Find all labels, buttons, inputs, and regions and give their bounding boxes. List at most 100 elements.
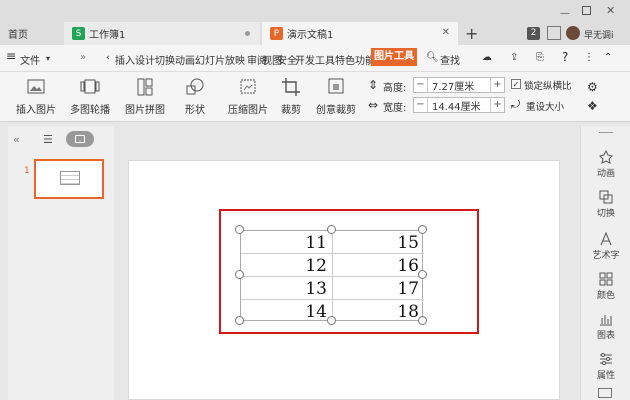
resize-handle-bottom-right[interactable] bbox=[418, 316, 427, 325]
menu-devtools[interactable]: 开发工具 bbox=[295, 52, 335, 67]
close-tab-icon[interactable]: ✕ bbox=[442, 27, 450, 38]
unsaved-dot-icon bbox=[245, 31, 250, 36]
share-icon[interactable]: ⇪ bbox=[510, 52, 518, 63]
tab-sheet-label: 工作簿1 bbox=[89, 30, 126, 41]
resize-handle-top[interactable] bbox=[327, 225, 336, 234]
thumbnail-table-preview bbox=[60, 171, 80, 185]
tab-presentation[interactable]: P 演示文稿1 ✕ bbox=[262, 22, 458, 45]
tab-home[interactable]: 首页 bbox=[0, 22, 62, 45]
tab-presentation-label: 演示文稿1 bbox=[287, 30, 334, 41]
crop-icon bbox=[282, 78, 300, 96]
shape-icon bbox=[186, 78, 204, 95]
avatar[interactable] bbox=[566, 26, 580, 40]
animation-pane-button[interactable]: 动画 bbox=[581, 150, 630, 179]
image-collage-button[interactable]: 图片拼图 bbox=[125, 76, 165, 116]
tab-bar: 首页 S 工作簿1 P 演示文稿1 ✕ + 2 早无调i — ✕ bbox=[0, 0, 630, 45]
menu-animation[interactable]: 动画 bbox=[175, 52, 195, 67]
height-field[interactable]: − 7.27厘米 + bbox=[413, 77, 505, 93]
word-art-icon bbox=[600, 232, 612, 246]
height-value[interactable]: 7.27厘米 bbox=[428, 78, 490, 93]
chart-pane-button[interactable]: 图表 bbox=[581, 312, 630, 341]
panel-grip-icon bbox=[599, 132, 613, 133]
new-tab-button[interactable]: + bbox=[465, 24, 478, 43]
cloud-icon[interactable]: ☁ bbox=[482, 52, 492, 63]
slide-thumbnail[interactable] bbox=[34, 159, 104, 199]
export-icon[interactable]: ⎘ bbox=[536, 52, 544, 63]
color-icon bbox=[599, 272, 613, 286]
effects-icon[interactable]: ⚙ bbox=[587, 80, 598, 94]
width-field[interactable]: − 14.44厘米 + bbox=[413, 97, 505, 113]
transition-pane-button[interactable]: 切换 bbox=[581, 190, 630, 219]
width-increase-button[interactable]: + bbox=[490, 98, 504, 112]
menu-security[interactable]: 安全 bbox=[277, 52, 297, 67]
width-label: 宽度: bbox=[383, 103, 407, 114]
table-row-divider bbox=[241, 253, 424, 254]
image-carousel-button[interactable]: 多图轮播 bbox=[70, 76, 110, 116]
width-decrease-button[interactable]: − bbox=[414, 98, 428, 112]
collapse-ribbon-icon[interactable]: ⌃ bbox=[604, 52, 612, 63]
lock-ratio-checkbox[interactable]: ✓ bbox=[511, 79, 521, 89]
resize-handle-right[interactable] bbox=[418, 270, 427, 279]
resize-handle-bottom[interactable] bbox=[327, 316, 336, 325]
menu-file[interactable]: 文件 bbox=[20, 52, 40, 67]
menu-design[interactable]: 设计 bbox=[135, 52, 155, 67]
menu-search[interactable]: 查找 bbox=[440, 52, 460, 67]
resize-handle-left[interactable] bbox=[235, 270, 244, 279]
search-icon[interactable]: 🔍︎ bbox=[426, 52, 439, 63]
compress-picture-label: 压缩图片 bbox=[228, 105, 268, 116]
height-decrease-button[interactable]: − bbox=[414, 78, 428, 92]
collapse-panel-icon[interactable]: « bbox=[13, 133, 20, 146]
table-picture[interactable]: 11 15 12 16 13 17 14 18 bbox=[240, 230, 424, 322]
maximize-icon[interactable] bbox=[582, 6, 591, 15]
width-value[interactable]: 14.44厘米 bbox=[428, 98, 490, 113]
color-pane-button[interactable]: 颜色 bbox=[581, 272, 630, 301]
right-task-panel: 动画 切换 艺术字 颜色 图表 属性 bbox=[580, 126, 630, 400]
table-cell: 14 bbox=[305, 302, 327, 322]
menu-features[interactable]: 特色功能 bbox=[335, 52, 375, 67]
minimize-icon[interactable]: — bbox=[560, 8, 570, 19]
reset-size-icon[interactable]: ⤾ bbox=[511, 98, 520, 112]
more-options-icon[interactable]: ⋮ bbox=[584, 52, 594, 63]
resize-handle-bottom-left[interactable] bbox=[235, 316, 244, 325]
menu-slideshow[interactable]: 幻灯片放映 bbox=[195, 52, 245, 67]
compress-picture-button[interactable]: 压缩图片 bbox=[228, 76, 268, 116]
scroll-left-icon[interactable]: ‹ bbox=[106, 53, 110, 63]
hamburger-icon[interactable]: ≡ bbox=[6, 49, 16, 63]
reset-size-label[interactable]: 重设大小 bbox=[526, 99, 564, 113]
menu-bar: ≡ 文件 ▾ » ‹ 插入 设计 切换 动画 幻灯片放映 审阅 视图 安全 开发… bbox=[0, 45, 630, 72]
thumbnail-view-button[interactable] bbox=[66, 131, 94, 147]
creative-crop-button[interactable]: 创意裁剪 bbox=[316, 76, 356, 116]
properties-pane-button[interactable]: 属性 bbox=[581, 352, 630, 381]
word-art-pane-button[interactable]: 艺术字 bbox=[581, 232, 630, 261]
height-increase-button[interactable]: + bbox=[490, 78, 504, 92]
shape-label: 形状 bbox=[185, 105, 205, 116]
table-cell: 13 bbox=[305, 279, 327, 299]
carousel-icon bbox=[80, 79, 100, 94]
resize-handle-top-right[interactable] bbox=[418, 225, 427, 234]
close-window-icon[interactable]: ✕ bbox=[606, 4, 615, 17]
resize-handle-top-left[interactable] bbox=[235, 225, 244, 234]
animation-icon bbox=[599, 150, 613, 164]
compress-icon bbox=[240, 79, 256, 94]
crop-button[interactable]: 裁剪 bbox=[280, 76, 302, 116]
animation-pane-label: 动画 bbox=[596, 169, 615, 179]
menu-picture-tools[interactable]: 图片工具 bbox=[371, 48, 417, 66]
slide-thumbnail-panel: « ☰ 1 bbox=[8, 126, 114, 400]
more-pane-icon[interactable] bbox=[598, 388, 612, 398]
menu-insert[interactable]: 插入 bbox=[115, 52, 135, 67]
shape-button[interactable]: 形状 bbox=[184, 76, 206, 116]
insert-picture-button[interactable]: 插入图片 bbox=[16, 76, 56, 116]
menu-transition[interactable]: 切换 bbox=[155, 52, 175, 67]
outline-view-icon[interactable]: ☰ bbox=[43, 133, 53, 146]
help-icon[interactable]: ? bbox=[562, 50, 568, 64]
crop-label: 裁剪 bbox=[281, 105, 301, 116]
layout-icon[interactable] bbox=[547, 26, 561, 40]
table-row-divider bbox=[241, 299, 424, 300]
lock-ratio-label[interactable]: 锁定纵横比 bbox=[524, 78, 572, 92]
chevron-down-icon[interactable]: ▾ bbox=[46, 54, 50, 63]
picture-effects-icon[interactable]: ❖ bbox=[587, 99, 598, 113]
menu-more[interactable]: » bbox=[80, 52, 86, 63]
tab-sheet[interactable]: S 工作簿1 bbox=[64, 22, 260, 45]
image-collage-label: 图片拼图 bbox=[125, 105, 165, 116]
window-count-badge[interactable]: 2 bbox=[527, 27, 540, 40]
